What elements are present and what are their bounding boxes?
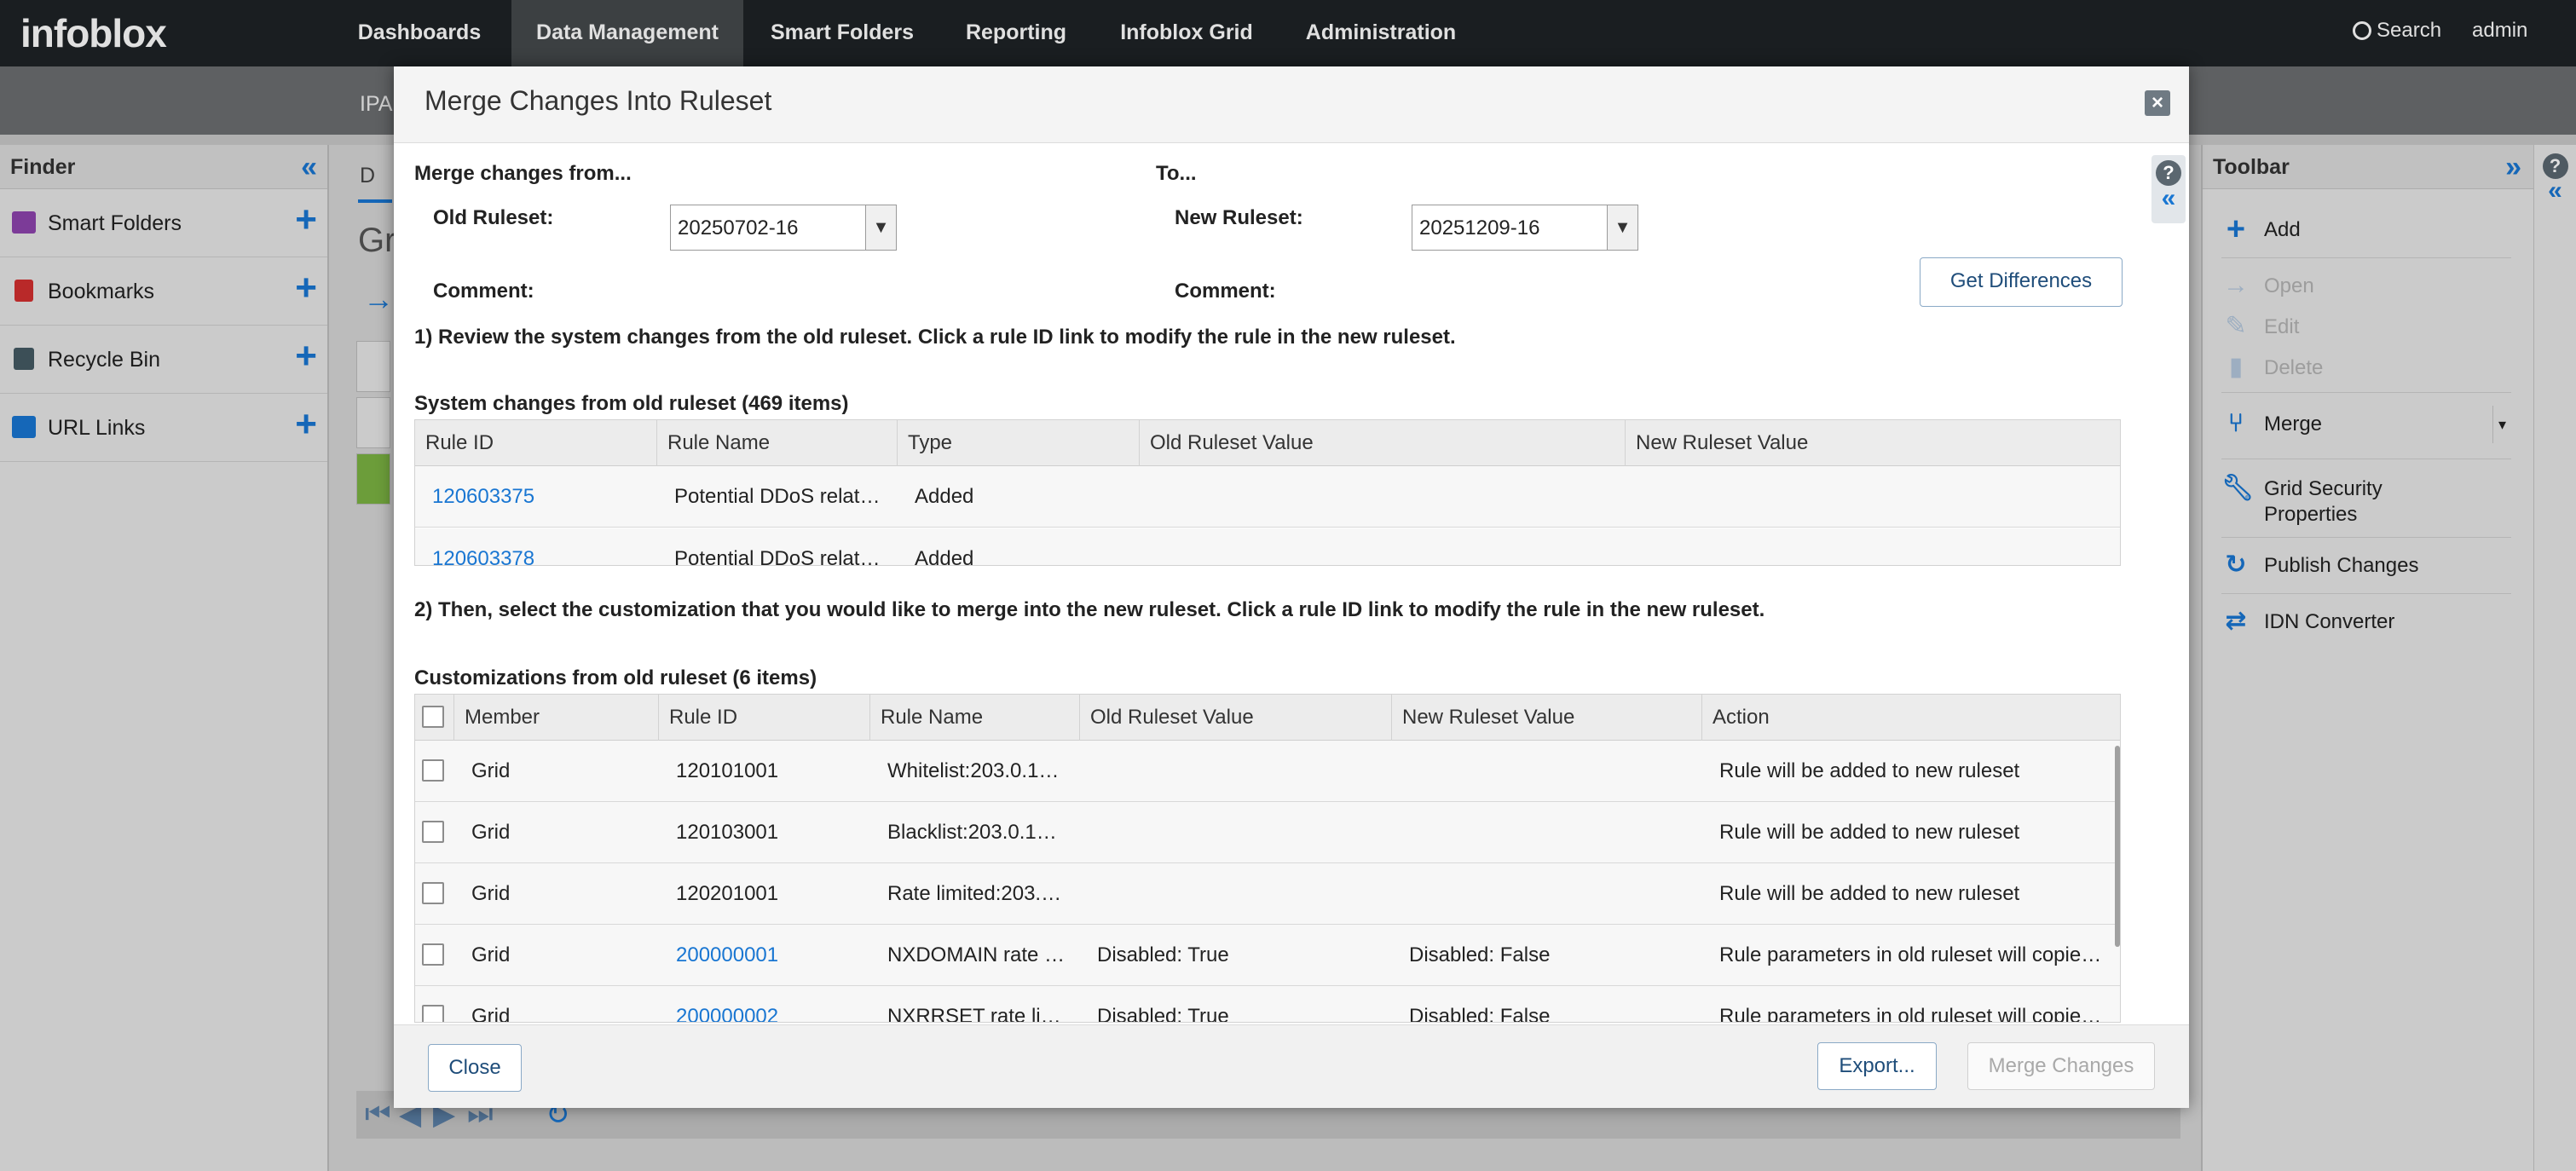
column-header[interactable]: Rule ID [659,695,870,741]
to-label: To... [1156,162,1197,185]
member-cell: Grid [471,821,511,844]
merge-changes-dialog: Merge Changes Into Ruleset × ? « Merge c… [394,66,2189,1108]
old-value-cell [1140,528,1626,565]
row-checkbox[interactable] [422,882,444,904]
new-value-cell [1392,741,1702,802]
new-value-cell [1392,802,1702,863]
dialog-footer: Close Export... Merge Changes [394,1024,2189,1108]
rule-id-link[interactable]: 200000001 [659,925,870,986]
column-header[interactable]: Old Ruleset Value [1080,695,1392,741]
chevron-down-icon[interactable]: ▼ [1607,205,1637,250]
type-cell: Added [915,547,974,566]
table-row[interactable]: Grid 200000001 NXDOMAIN rate … Disabled: Tr… [415,925,2120,986]
dialog-help-panel: ? « [2151,155,2186,223]
customizations-table: Member Rule ID Rule Name Old Ruleset Val… [414,694,2121,1023]
new-comment-label: Comment: [1175,280,1276,303]
system-changes-table: Rule ID Rule Name Type Old Ruleset Value… [414,419,2121,566]
table-row[interactable]: Grid 120201001 Rate limited:203.… Rule will… [415,863,2120,925]
table-row[interactable]: 120603378 Potential DDoS relat… Added [415,528,2120,566]
old-comment-label: Comment: [433,280,534,303]
close-icon[interactable]: × [2145,90,2170,116]
customizations-header: Member Rule ID Rule Name Old Ruleset Val… [415,695,2120,741]
row-checkbox[interactable] [422,1005,444,1022]
new-value-cell: Disabled: False [1409,1005,1551,1023]
old-ruleset-value: 20250702-16 [678,216,799,239]
action-cell: Rule will be added to new ruleset [1719,882,2020,905]
select-all-cell [415,695,454,741]
close-button[interactable]: Close [428,1044,522,1092]
dialog-title: Merge Changes Into Ruleset [425,85,772,116]
old-value-cell [1140,466,1626,528]
old-ruleset-select[interactable]: 20250702-16 ▼ [670,205,897,251]
old-value-cell: Disabled: True [1097,943,1229,966]
table-row[interactable]: 120603375 Potential DDoS relat… Added [415,466,2120,528]
select-all-checkbox[interactable] [422,706,444,728]
new-value-cell: Disabled: False [1409,943,1551,966]
row-checkbox[interactable] [422,759,444,782]
action-cell: Rule will be added to new ruleset [1719,821,2020,844]
column-header[interactable]: Old Ruleset Value [1140,420,1626,466]
get-differences-button[interactable]: Get Differences [1920,257,2123,307]
new-value-cell [1392,863,1702,925]
chevron-down-icon[interactable]: ▼ [865,205,896,250]
action-cell: Rule will be added to new ruleset [1719,759,2020,782]
old-value-cell [1080,741,1392,802]
system-changes-title: System changes from old ruleset (469 ite… [414,392,849,415]
table-row[interactable]: Grid 120101001 Whitelist:203.0.1… Rule will… [415,741,2120,802]
customizations-title: Customizations from old ruleset (6 items… [414,666,817,689]
column-header[interactable]: Action [1702,695,2120,741]
old-value-cell [1080,802,1392,863]
row-checkbox[interactable] [422,943,444,966]
rule-id-cell: 120201001 [676,882,779,905]
new-ruleset-label: New Ruleset: [1175,206,1303,229]
member-cell: Grid [471,943,511,966]
customizations-scrollbar[interactable] [2115,746,2120,947]
column-header[interactable]: Member [454,695,659,741]
type-cell: Added [915,485,974,508]
merge-changes-button[interactable]: Merge Changes [1967,1042,2155,1090]
rule-name-cell: Potential DDoS relat… [674,485,881,508]
column-header[interactable]: New Ruleset Value [1626,420,2120,466]
rule-id-cell: 120103001 [676,821,779,844]
rule-name-cell: Blacklist:203.0.1… [887,821,1057,844]
column-header[interactable]: Rule Name [870,695,1080,741]
rule-id-link[interactable]: 120603375 [415,466,657,528]
new-value-cell [1626,528,2120,565]
system-changes-header: Rule ID Rule Name Type Old Ruleset Value… [415,420,2120,466]
old-ruleset-label: Old Ruleset: [433,206,554,229]
action-cell: Rule parameters in old ruleset will copi… [1719,1005,2102,1023]
table-row[interactable]: Grid 200000002 NXRRSET rate li… Disabled: T… [415,986,2120,1023]
column-header[interactable]: Rule ID [415,420,657,466]
column-header[interactable]: New Ruleset Value [1392,695,1702,741]
action-cell: Rule parameters in old ruleset will copi… [1719,943,2102,966]
step2-instruction: 2) Then, select the customization that y… [414,598,1765,621]
rule-name-cell: NXDOMAIN rate … [887,943,1066,966]
old-value-cell [1080,863,1392,925]
step1-instruction: 1) Review the system changes from the ol… [414,326,1456,349]
dialog-header: Merge Changes Into Ruleset × [394,66,2189,143]
new-value-cell [1626,466,2120,528]
help-icon[interactable]: ? [2156,160,2181,186]
rule-name-cell: Potential DDoS relat… [674,547,881,566]
rule-name-cell: Whitelist:203.0.1… [887,759,1060,782]
rule-id-link[interactable]: 200000002 [659,986,870,1022]
collapse-help-icon[interactable]: « [2151,186,2186,211]
new-ruleset-value: 20251209-16 [1419,216,1540,239]
row-checkbox[interactable] [422,821,444,843]
table-row[interactable]: Grid 120103001 Blacklist:203.0.1… Rule will… [415,802,2120,863]
column-header[interactable]: Rule Name [657,420,898,466]
rule-name-cell: Rate limited:203.… [887,882,1062,905]
column-header[interactable]: Type [898,420,1140,466]
member-cell: Grid [471,882,511,905]
merge-from-label: Merge changes from... [414,162,632,185]
rule-id-link[interactable]: 120603378 [415,528,657,565]
export-button[interactable]: Export... [1817,1042,1937,1090]
old-value-cell: Disabled: True [1097,1005,1229,1023]
rule-id-cell: 120101001 [676,759,779,782]
new-ruleset-select[interactable]: 20251209-16 ▼ [1412,205,1638,251]
member-cell: Grid [471,1005,511,1023]
member-cell: Grid [471,759,511,782]
rule-name-cell: NXRRSET rate li… [887,1005,1061,1023]
